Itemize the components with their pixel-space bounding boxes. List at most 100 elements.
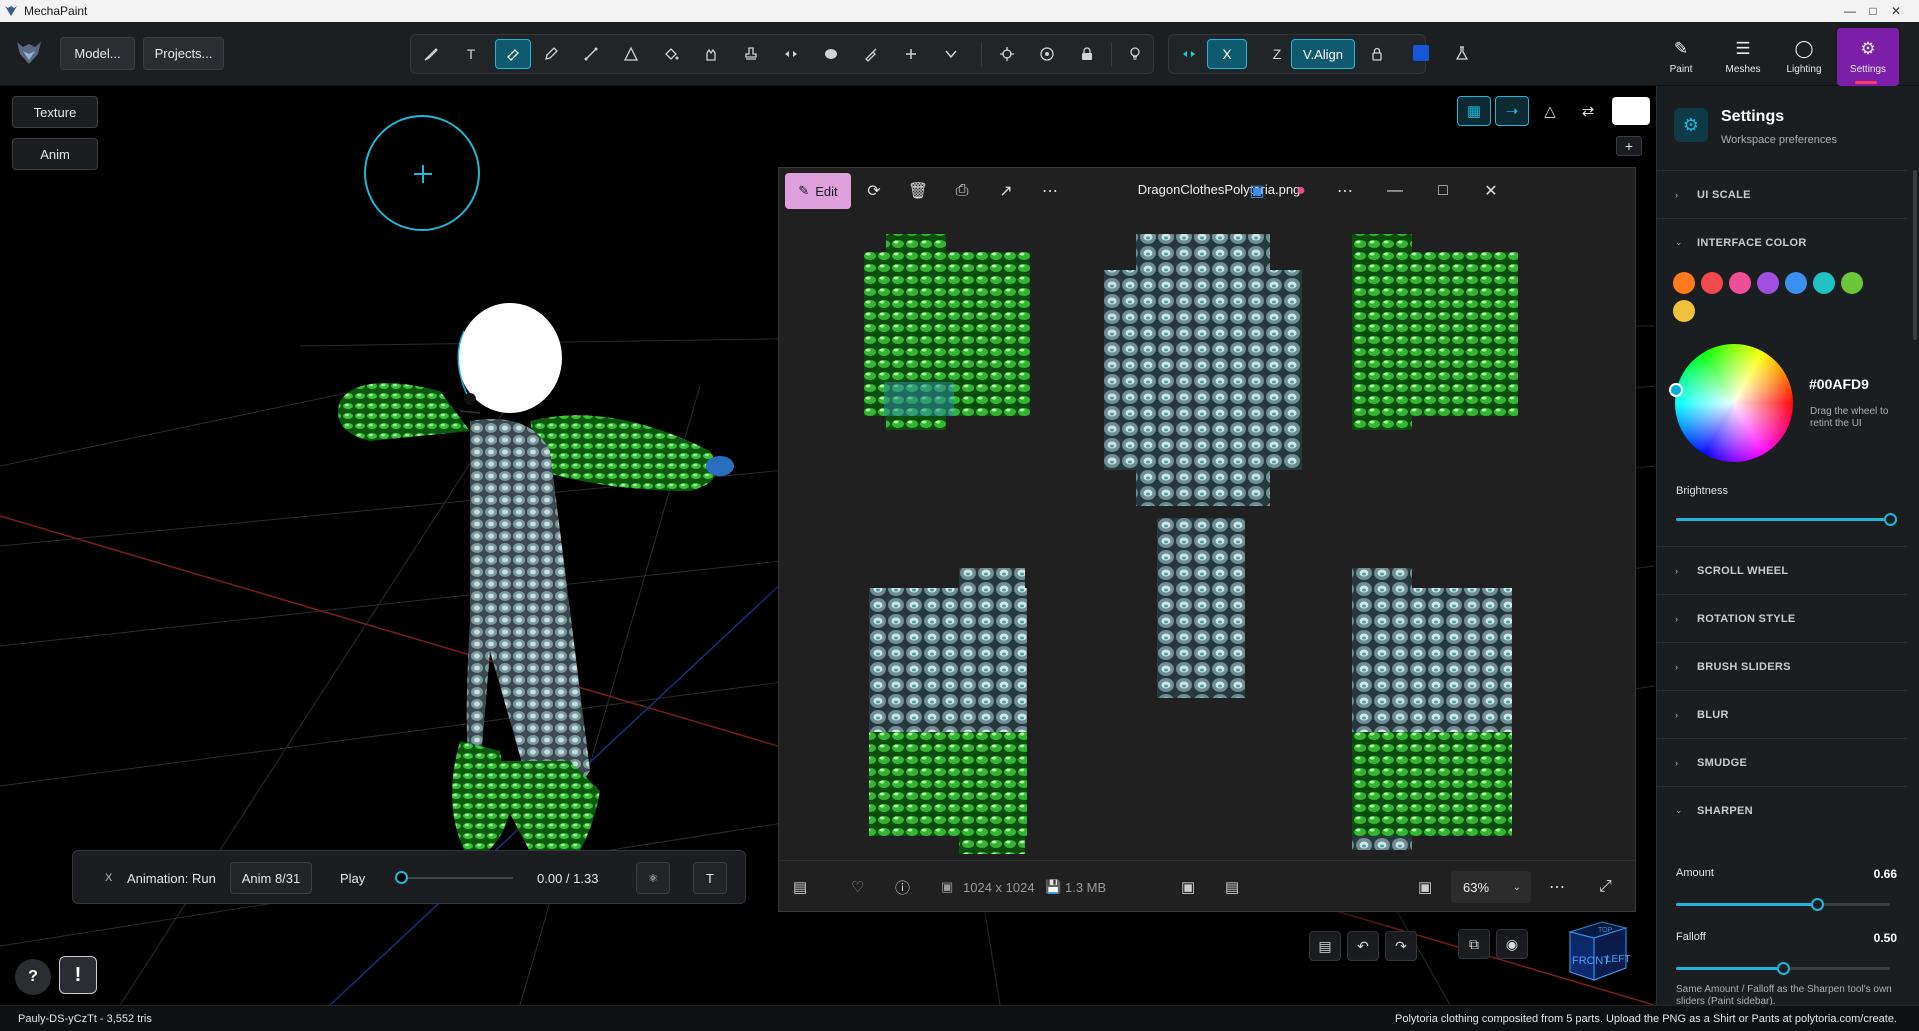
section-smudge[interactable]: › SMUDGE bbox=[1657, 738, 1907, 786]
tab-paint[interactable]: ✎ Paint bbox=[1652, 28, 1710, 86]
symmetry-z-toggle[interactable]: Z bbox=[1261, 39, 1293, 69]
undo-icon[interactable]: ↶ bbox=[1347, 931, 1379, 961]
bulb-tool-icon[interactable] bbox=[1119, 39, 1151, 69]
symmetry-x-toggle[interactable]: X bbox=[1207, 39, 1247, 69]
t-pose-button[interactable]: T bbox=[693, 862, 727, 894]
visual-search-icon[interactable]: ▣ bbox=[1181, 861, 1195, 913]
brush-tool-icon[interactable] bbox=[415, 39, 447, 69]
panel-scrollbar[interactable] bbox=[1913, 170, 1917, 340]
share-icon[interactable]: ↗ bbox=[991, 176, 1021, 206]
stamp-tool-icon[interactable] bbox=[735, 39, 767, 69]
delete-icon[interactable]: 🗑 bbox=[903, 176, 933, 206]
blob-tool-icon[interactable] bbox=[815, 39, 847, 69]
amount-knob[interactable] bbox=[1811, 898, 1825, 911]
anim-button[interactable]: Anim bbox=[12, 138, 98, 170]
tab-settings[interactable]: ⚙ Settings bbox=[1837, 28, 1899, 86]
copilot-icon[interactable]: ● bbox=[1286, 176, 1316, 206]
triangle-view-icon[interactable]: △ bbox=[1533, 96, 1567, 126]
tab-lighting[interactable]: ◯ Lighting bbox=[1775, 28, 1833, 86]
animation-close-button[interactable]: X bbox=[105, 851, 112, 905]
favorite-heart-icon[interactable]: ♡ bbox=[851, 861, 864, 913]
section-scroll-wheel[interactable]: › SCROLL WHEEL bbox=[1657, 546, 1907, 594]
timeline-knob[interactable] bbox=[395, 871, 408, 884]
section-interface-color[interactable]: ⌄ INTERFACE COLOR bbox=[1657, 218, 1907, 266]
lock-icon[interactable]: ◉ bbox=[1496, 929, 1528, 959]
filmstrip-icon[interactable]: ▤ bbox=[793, 861, 807, 913]
chevron-down-icon[interactable] bbox=[935, 39, 967, 69]
eyedropper-tool-icon[interactable] bbox=[855, 39, 887, 69]
zoom-dropdown[interactable]: 63% ⌄ bbox=[1451, 871, 1531, 903]
help-button[interactable]: ? bbox=[15, 959, 51, 995]
texture-button[interactable]: Texture bbox=[12, 96, 98, 128]
color-square-icon[interactable] bbox=[1405, 38, 1437, 68]
maximize-icon[interactable]: □ bbox=[1428, 176, 1458, 206]
mirror-tool-icon[interactable] bbox=[775, 39, 807, 69]
color-swatch-purple[interactable] bbox=[1757, 272, 1779, 294]
lock-icon[interactable] bbox=[1361, 39, 1393, 69]
line-tool-icon[interactable] bbox=[575, 39, 607, 69]
scan-text-icon[interactable]: ▤ bbox=[1225, 861, 1239, 913]
color-wheel[interactable] bbox=[1675, 344, 1793, 462]
crosshair-tool-icon[interactable] bbox=[991, 39, 1023, 69]
more-icon[interactable]: ⋯ bbox=[1330, 176, 1360, 206]
animation-counter[interactable]: Anim 8/31 bbox=[230, 862, 312, 894]
minimize-icon[interactable]: — bbox=[1380, 176, 1410, 206]
timeline-track[interactable] bbox=[401, 877, 513, 879]
projects-menu-button[interactable]: Projects... bbox=[143, 37, 224, 70]
valign-toggle[interactable]: V.Align bbox=[1291, 39, 1355, 69]
navcube-top-label[interactable]: TOP bbox=[1598, 927, 1613, 934]
more-icon[interactable]: ⋯ bbox=[1035, 176, 1065, 206]
actual-size-icon[interactable]: ▣ bbox=[1418, 861, 1432, 913]
section-rotation-style[interactable]: › ROTATION STYLE bbox=[1657, 594, 1907, 642]
lock-tool-icon[interactable] bbox=[1071, 39, 1103, 69]
color-swatch-orange[interactable] bbox=[1673, 272, 1695, 294]
color-swatch-pink[interactable] bbox=[1729, 272, 1751, 294]
axes-view-icon[interactable]: ➝ bbox=[1495, 96, 1529, 126]
target-tool-icon[interactable] bbox=[1031, 39, 1063, 69]
brightness-knob[interactable] bbox=[1884, 513, 1897, 526]
bone-icon[interactable]: ⚛ bbox=[636, 862, 670, 894]
clipboard-icon[interactable]: ▤ bbox=[1309, 931, 1341, 961]
edit-button[interactable]: ✎ Edit bbox=[785, 173, 851, 209]
add-icon[interactable]: + bbox=[1616, 136, 1642, 156]
navcube-front-label[interactable]: FRONT bbox=[1572, 955, 1610, 967]
background-color-swatch[interactable] bbox=[1612, 97, 1650, 125]
pen-tool-icon[interactable] bbox=[535, 39, 567, 69]
mirror-axis-icon[interactable] bbox=[1173, 39, 1205, 69]
swap-view-icon[interactable]: ⇄ bbox=[1571, 96, 1605, 126]
character-model[interactable] bbox=[330, 291, 750, 881]
color-swatch-blue[interactable] bbox=[1785, 272, 1807, 294]
flask-icon[interactable] bbox=[1446, 38, 1478, 68]
grid-view-icon[interactable]: ▦ bbox=[1457, 96, 1491, 126]
amount-slider[interactable] bbox=[1676, 898, 1890, 911]
redo-icon[interactable]: ↷ bbox=[1385, 931, 1417, 961]
fill-bucket-tool-icon[interactable] bbox=[655, 39, 687, 69]
texture-image[interactable] bbox=[779, 214, 1635, 860]
tab-meshes[interactable]: ☰ Meshes bbox=[1714, 28, 1772, 86]
section-sharpen[interactable]: ⌄ SHARPEN bbox=[1657, 786, 1907, 834]
play-button[interactable]: Play bbox=[340, 851, 365, 905]
falloff-slider[interactable] bbox=[1676, 962, 1890, 975]
eraser-tool-icon[interactable] bbox=[495, 39, 531, 69]
section-brush-sliders[interactable]: › BRUSH SLIDERS bbox=[1657, 642, 1907, 690]
section-blur[interactable]: › BLUR bbox=[1657, 690, 1907, 738]
color-swatch-yellow[interactable] bbox=[1673, 300, 1695, 322]
text-tool-icon[interactable]: T bbox=[455, 39, 487, 69]
color-swatch-red[interactable] bbox=[1701, 272, 1723, 294]
plus-tool-icon[interactable] bbox=[895, 39, 927, 69]
navigation-cube[interactable]: TOP FRONT LEFT bbox=[1562, 912, 1632, 982]
close-icon[interactable]: ✕ bbox=[1476, 176, 1506, 206]
rotate-icon[interactable]: ⟳ bbox=[859, 176, 889, 206]
app-share-icon[interactable]: ▣ bbox=[1242, 176, 1272, 206]
color-wheel-knob[interactable] bbox=[1669, 383, 1683, 397]
navcube-left-label[interactable]: LEFT bbox=[1606, 954, 1630, 965]
info-icon[interactable]: ⓘ bbox=[895, 861, 910, 913]
brightness-slider[interactable] bbox=[1676, 513, 1897, 526]
fullscreen-icon[interactable]: ⤢ bbox=[1599, 861, 1612, 913]
close-icon[interactable]: ✕ bbox=[1873, 0, 1919, 22]
alert-button[interactable]: ! bbox=[59, 956, 97, 994]
falloff-knob[interactable] bbox=[1777, 962, 1790, 975]
model-menu-button[interactable]: Model... bbox=[60, 37, 135, 70]
color-swatch-green[interactable] bbox=[1841, 272, 1863, 294]
section-ui-scale[interactable]: › UI SCALE bbox=[1657, 170, 1907, 218]
